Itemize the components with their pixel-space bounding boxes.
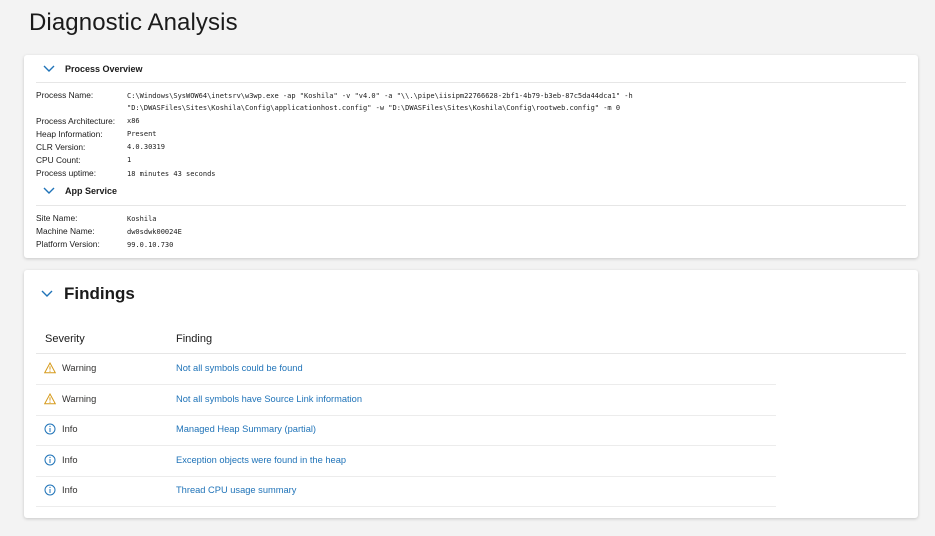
table-row: Warning Not all symbols could be found — [36, 354, 776, 385]
app-service-header[interactable]: App Service — [42, 183, 117, 199]
info-icon — [44, 423, 56, 435]
kv-value: 18 minutes 43 seconds — [127, 169, 216, 178]
kv-value: Present — [127, 130, 157, 139]
kv-row: Process Name: C:\Windows\SysWOW64\inetsr… — [36, 89, 877, 115]
chevron-down-icon[interactable] — [42, 186, 56, 196]
kv-key: Machine Name: — [36, 226, 95, 237]
warning-icon — [44, 362, 56, 374]
kv-row: Site Name: Koshila — [36, 212, 877, 225]
findings-table-header: Severity Finding — [36, 331, 906, 354]
kv-key: Site Name: — [36, 213, 78, 223]
kv-value: dw0sdwk00024E — [127, 227, 182, 236]
kv-key: Heap Information: — [36, 128, 103, 139]
severity-text: Warning — [62, 394, 97, 404]
kv-row: Platform Version: 99.0.10.730 — [36, 238, 877, 251]
chevron-down-icon[interactable] — [40, 289, 54, 299]
info-icon — [44, 454, 56, 466]
kv-row: CPU Count: 1 — [36, 154, 877, 167]
kv-key: Platform Version: — [36, 239, 100, 250]
kv-value: C:\Windows\SysWOW64\inetsrv\w3wp.exe -ap… — [127, 91, 633, 113]
kv-row: CLR Version: 4.0.30319 — [36, 141, 877, 154]
table-row: Info Thread CPU usage summary — [36, 476, 776, 507]
kv-row: Process Architecture: x86 — [36, 115, 877, 128]
table-row: Info Managed Heap Summary (partial) — [36, 415, 776, 446]
kv-value: Koshila — [127, 214, 157, 223]
table-row: Info Exception objects were found in the… — [36, 446, 776, 477]
kv-value: x86 — [127, 117, 140, 126]
process-overview-label: Process Overview — [65, 64, 143, 74]
finding-link[interactable]: Not all symbols could be found — [176, 363, 303, 373]
chevron-down-icon[interactable] — [42, 64, 56, 74]
overview-card: Process Overview Process Name: C:\Window… — [24, 55, 918, 258]
warning-icon — [44, 393, 56, 405]
table-row: Warning Not all symbols have Source Link… — [36, 385, 776, 416]
kv-value: 1 — [127, 156, 132, 165]
app-service-label: App Service — [65, 186, 118, 196]
findings-header[interactable]: Findings — [40, 284, 135, 304]
finding-link[interactable]: Managed Heap Summary (partial) — [176, 424, 316, 434]
kv-value: 99.0.10.730 — [127, 240, 174, 249]
kv-row: Heap Information: Present — [36, 128, 877, 141]
kv-key: Process Name: — [36, 90, 94, 100]
app-service-details: Site Name: Koshila Machine Name: dw0sdwk… — [36, 212, 877, 251]
divider — [36, 205, 906, 206]
process-overview-header[interactable]: Process Overview — [42, 61, 143, 77]
kv-key: Process Architecture: — [36, 115, 116, 126]
severity-text: Info — [62, 424, 78, 434]
finding-link[interactable]: Thread CPU usage summary — [176, 485, 296, 495]
divider — [36, 82, 906, 83]
kv-row: Machine Name: dw0sdwk00024E — [36, 225, 877, 238]
page-title: Diagnostic Analysis — [29, 9, 238, 36]
kv-value: 4.0.30319 — [127, 143, 165, 152]
column-header-finding[interactable]: Finding — [176, 333, 212, 345]
kv-key: CPU Count: — [36, 154, 81, 165]
kv-row: Process uptime: 18 minutes 43 seconds — [36, 167, 877, 180]
severity-text: Info — [62, 485, 78, 495]
findings-card: Findings Severity Finding Warning Not al… — [24, 270, 918, 518]
finding-link[interactable]: Not all symbols have Source Link informa… — [176, 394, 362, 404]
findings-title: Findings — [64, 284, 135, 303]
severity-text: Info — [62, 455, 78, 465]
column-header-severity[interactable]: Severity — [45, 333, 85, 345]
process-overview-details: Process Name: C:\Windows\SysWOW64\inetsr… — [36, 89, 877, 180]
info-icon — [44, 484, 56, 496]
kv-key: CLR Version: — [36, 141, 86, 152]
severity-text: Warning — [62, 363, 97, 373]
kv-key: Process uptime: — [36, 168, 97, 179]
finding-link[interactable]: Exception objects were found in the heap — [176, 455, 346, 465]
